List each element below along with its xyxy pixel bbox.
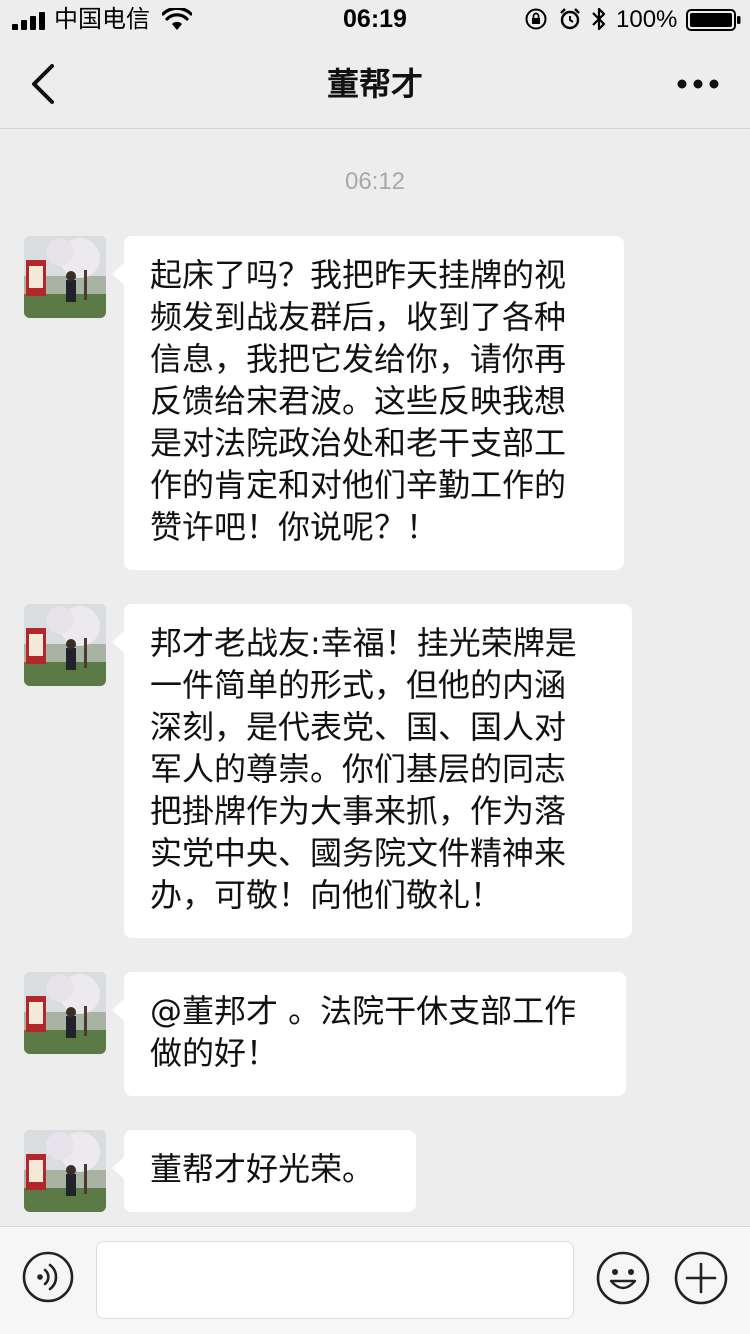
input-bar (0, 1226, 750, 1334)
battery-icon (686, 9, 741, 31)
message-bubble[interactable]: 董帮才好光荣。 (112, 1130, 416, 1212)
battery-percent: 100% (616, 6, 678, 33)
avatar[interactable] (24, 1130, 106, 1212)
message-text: 起床了吗？我把昨天挂牌的视 频发到战友群后，收到了各种 信息，我把它发给你，请你… (150, 256, 567, 546)
message-bubble[interactable]: @董邦才 。法院干休支部工作 做的好！ (112, 972, 626, 1096)
message-input[interactable] (96, 1241, 574, 1319)
rotation-lock-icon (525, 8, 547, 30)
message-timestamp: 06:12 (344, 168, 406, 195)
avatar[interactable] (24, 972, 106, 1054)
message-bubble[interactable]: 邦才老战友:幸福！挂光荣牌是 一件简单的形式，但他的内涵 深刻，是代表党、国、国… (112, 604, 632, 938)
alarm-icon (560, 8, 580, 30)
voice-icon[interactable] (22, 1251, 74, 1303)
chat-screen: 中国电信 06:19 100% 董帮才 06:12 起床了吗？我把昨天挂牌的视 … (0, 0, 750, 1334)
chat-title: 董帮才 (326, 65, 423, 103)
status-bar: 中国电信 06:19 100% (0, 0, 750, 40)
message-text: @董邦才 。法院干休支部工作 做的好！ (150, 992, 577, 1072)
plus-icon[interactable] (674, 1251, 728, 1305)
emoji-icon[interactable] (596, 1251, 650, 1305)
avatar[interactable] (24, 236, 106, 318)
message-bubble[interactable]: 起床了吗？我把昨天挂牌的视 频发到战友群后，收到了各种 信息，我把它发给你，请你… (112, 236, 624, 570)
avatar[interactable] (24, 604, 106, 686)
message-text: 董帮才好光荣。 (150, 1150, 375, 1188)
more-button[interactable] (676, 70, 720, 98)
nav-bar: 董帮才 (0, 40, 750, 129)
message-text: 邦才老战友:幸福！挂光荣牌是 一件简单的形式，但他的内涵 深刻，是代表党、国、国… (150, 624, 577, 914)
bluetooth-icon (592, 7, 606, 31)
